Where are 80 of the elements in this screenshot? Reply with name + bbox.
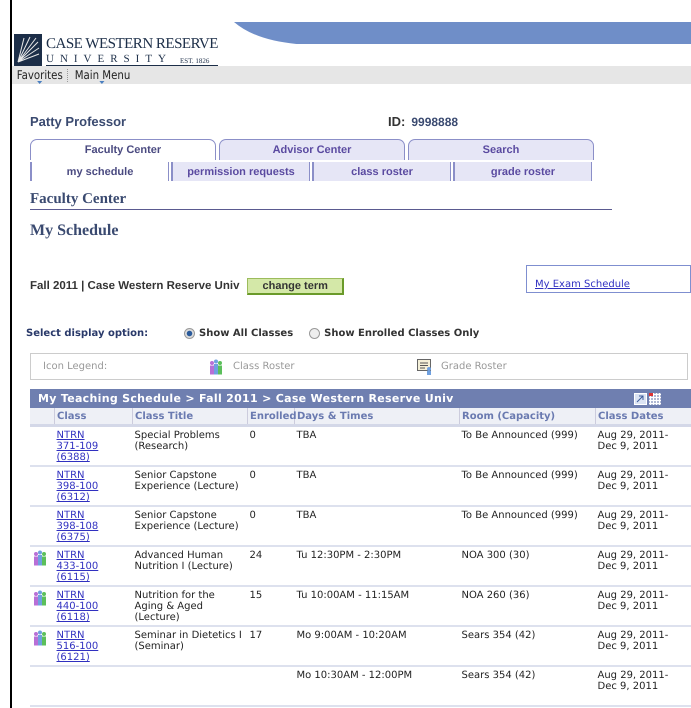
class-link[interactable]: NTRN 371-109 (6388) bbox=[56, 430, 108, 463]
legend-text: Grade Roster bbox=[441, 361, 507, 372]
sub-tab[interactable]: my schedule bbox=[30, 162, 169, 181]
table-cell: 0 bbox=[250, 470, 256, 481]
table-cell: 24 bbox=[250, 550, 262, 561]
change-term-button[interactable]: change term bbox=[247, 278, 344, 294]
term-label: Fall 2011 | Case Western Reserve Univ bbox=[30, 280, 240, 292]
people-icon bbox=[31, 590, 49, 606]
person-name: Patty Professor bbox=[30, 114, 128, 129]
table-cell: Senior Capstone Experience (Lecture) bbox=[134, 470, 239, 492]
class-link[interactable]: NTRN 398-108 (6375) bbox=[56, 510, 108, 543]
column-header: Room (Capacity) bbox=[460, 408, 596, 426]
table-cell: Tu 10:00AM - 11:15AM bbox=[296, 590, 410, 601]
table-cell: 0 bbox=[250, 430, 256, 441]
id-value: 9998888 bbox=[411, 115, 458, 129]
table-cell: Aug 29, 2011- Dec 9, 2011 bbox=[598, 670, 668, 692]
tab[interactable]: Faculty Center bbox=[30, 139, 216, 160]
table-cell: Mo 10:30AM - 12:00PM bbox=[296, 670, 412, 681]
people-icon bbox=[31, 550, 49, 566]
table-cell: To Be Announced (999) bbox=[462, 470, 578, 481]
table-cell: NOA 300 (30) bbox=[462, 550, 530, 561]
page-title: My Schedule bbox=[30, 222, 120, 240]
menu-item[interactable]: Main Menu bbox=[73, 68, 132, 82]
table-cell: TBA bbox=[296, 510, 316, 521]
class-link[interactable]: NTRN 440-100 (6118) bbox=[56, 590, 108, 623]
table-cell: TBA bbox=[296, 430, 316, 441]
grid-icon[interactable] bbox=[649, 392, 661, 404]
table-cell: Sears 354 (42) bbox=[462, 670, 536, 681]
table-cell: NOA 260 (36) bbox=[462, 590, 530, 601]
menu-item[interactable]: Favorites bbox=[15, 68, 64, 82]
table-cell: TBA bbox=[296, 470, 316, 481]
legend-text: Class Roster bbox=[233, 361, 294, 372]
class-link[interactable]: NTRN 398-100 (6312) bbox=[56, 470, 108, 503]
zoom-icon[interactable] bbox=[634, 392, 647, 404]
radio-button[interactable] bbox=[184, 328, 195, 339]
sub-tab[interactable]: grade roster bbox=[453, 162, 592, 181]
radio-button[interactable] bbox=[309, 328, 320, 339]
table-cell: To Be Announced (999) bbox=[462, 430, 578, 441]
section-heading: Faculty Center bbox=[30, 191, 612, 210]
exam-schedule-link[interactable]: My Exam Schedule bbox=[535, 279, 630, 290]
tab[interactable]: Advisor Center bbox=[219, 139, 405, 160]
sub-tab[interactable]: permission requests bbox=[171, 162, 310, 181]
university-subtitle: UNIVERSITY bbox=[46, 52, 172, 64]
table-cell: Sears 354 (42) bbox=[462, 630, 536, 641]
display-option-label: Select display option: bbox=[26, 328, 150, 339]
table-cell: Tu 12:30PM - 2:30PM bbox=[296, 550, 402, 561]
table-cell: Aug 29, 2011- Dec 9, 2011 bbox=[598, 430, 668, 452]
radio-label: Show All Classes bbox=[199, 328, 294, 339]
column-header: Class Title bbox=[132, 408, 248, 426]
column-header: Class Dates bbox=[596, 408, 691, 426]
table-cell: Advanced Human Nutrition I (Lecture) bbox=[134, 550, 233, 572]
tab[interactable]: Search bbox=[408, 139, 594, 160]
grade-sheet-icon bbox=[417, 358, 433, 374]
table-cell: Senior Capstone Experience (Lecture) bbox=[134, 510, 239, 532]
radio-label: Show Enrolled Classes Only bbox=[324, 328, 480, 339]
table-cell: Aug 29, 2011- Dec 9, 2011 bbox=[598, 510, 668, 532]
table-cell: Mo 9:00AM - 10:20AM bbox=[296, 630, 407, 641]
column-header: Days & Times bbox=[294, 408, 460, 426]
class-link[interactable]: NTRN 433-100 (6115) bbox=[56, 550, 108, 583]
column-header: Enrolled bbox=[248, 408, 294, 426]
people-icon bbox=[31, 630, 49, 646]
table-title: My Teaching Schedule > Fall 2011 > Case Western Reserve Univ bbox=[38, 392, 454, 405]
legend-label: Icon Legend: bbox=[43, 361, 108, 372]
table-cell: Nutrition for the Aging & Aged (Lecture) bbox=[134, 590, 215, 623]
table-cell: To Be Announced (999) bbox=[462, 510, 578, 521]
table-cell: Aug 29, 2011- Dec 9, 2011 bbox=[598, 550, 668, 572]
university-name: CASE WESTERN RESERVE bbox=[46, 34, 218, 52]
table-cell: 0 bbox=[250, 510, 256, 521]
table-cell: Special Problems (Research) bbox=[134, 430, 220, 452]
id-label: ID: bbox=[388, 114, 406, 129]
table-cell: Aug 29, 2011- Dec 9, 2011 bbox=[598, 630, 668, 652]
table-cell: Seminar in Dietetics I (Seminar) bbox=[134, 630, 242, 652]
table-cell: Aug 29, 2011- Dec 9, 2011 bbox=[598, 590, 668, 612]
table-cell: 15 bbox=[250, 590, 262, 601]
class-link[interactable]: NTRN 516-100 (6121) bbox=[56, 630, 108, 663]
people-icon bbox=[207, 358, 225, 374]
sub-tab[interactable]: class roster bbox=[312, 162, 451, 181]
column-header: Class bbox=[54, 408, 132, 426]
table-cell: Aug 29, 2011- Dec 9, 2011 bbox=[598, 470, 668, 492]
table-cell: 17 bbox=[250, 630, 262, 641]
